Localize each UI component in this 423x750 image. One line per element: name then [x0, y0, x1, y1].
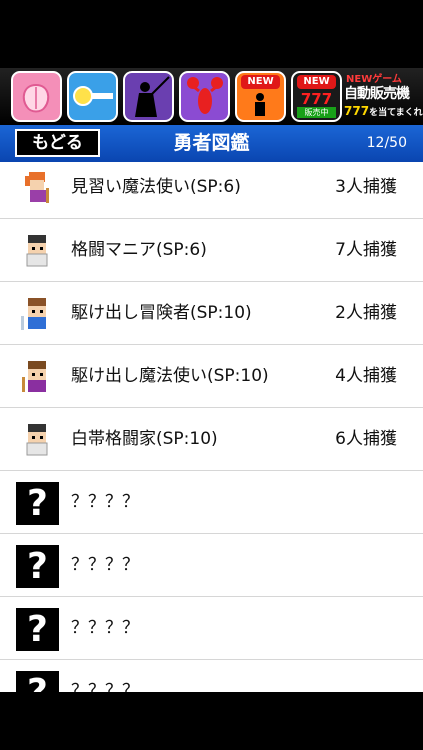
hero-name: ？？？？ [71, 618, 139, 638]
lobster-app-icon[interactable] [179, 71, 230, 122]
key-app-icon[interactable] [67, 71, 118, 122]
hero-name: 駆け出し魔法使い(SP:10) [71, 366, 269, 386]
capture-count: 3人捕獲 [335, 177, 397, 197]
new-badge: NEW [297, 75, 336, 89]
ad-banner[interactable]: NEW NEW 777 販売中 NEWゲーム 自動販売機 777を当てまくれ [0, 68, 423, 125]
list-item[interactable]: 駆け出し魔法使い(SP:10) 4人捕獲 [0, 345, 423, 408]
hero-name: ？？？？ [71, 555, 139, 575]
on-sale-tag: 販売中 [297, 107, 336, 118]
fighter-avatar-icon [26, 424, 48, 456]
samurai-app-icon[interactable] [123, 71, 174, 122]
adventurer-avatar-icon [21, 298, 46, 330]
capture-count: 2人捕獲 [335, 303, 397, 323]
vending-machine-promo[interactable]: NEWゲーム 自動販売機 777を当てまくれ [344, 70, 423, 123]
status-bar [0, 0, 423, 68]
mage-purple-avatar-icon [22, 361, 46, 392]
unknown-icon: ? [16, 482, 59, 525]
hero-name: 駆け出し冒険者(SP:10) [71, 303, 252, 323]
back-button[interactable]: もどる [15, 129, 100, 157]
list-item[interactable]: ? ？？？？ [0, 534, 423, 597]
hero-list[interactable]: 見習い魔法使い(SP:6) 3人捕獲 格闘マニア(SP:6) 7人捕獲 駆け出し… [0, 162, 423, 692]
list-item[interactable]: 駆け出し冒険者(SP:10) 2人捕獲 [0, 282, 423, 345]
capture-count: 6人捕獲 [335, 429, 397, 449]
hero-name: ？？？？ [71, 681, 139, 692]
hero-name: 白帯格闘家(SP:10) [71, 429, 218, 449]
capture-count: 4人捕獲 [335, 366, 397, 386]
list-item[interactable]: ? ？？？？ [0, 471, 423, 534]
list-item[interactable]: ? ？？？？ [0, 660, 423, 692]
capture-count: 7人捕獲 [335, 240, 397, 260]
list-item[interactable]: 見習い魔法使い(SP:6) 3人捕獲 [0, 162, 423, 219]
promo-title: 自動販売機 [344, 86, 410, 102]
promo-777: 777 [344, 104, 370, 118]
hero-name: 格闘マニア(SP:6) [71, 240, 207, 260]
list-item[interactable]: 格闘マニア(SP:6) 7人捕獲 [0, 219, 423, 282]
slot-digits: 777 [300, 90, 333, 108]
unknown-icon: ? [16, 608, 59, 651]
fighter-avatar-icon [26, 235, 48, 267]
nav-bar: もどる 勇者図鑑 12/50 [0, 125, 423, 162]
hero-name: ？？？？ [71, 492, 139, 512]
promo-tagline: 777を当てまくれ [344, 104, 423, 118]
unknown-icon: ? [16, 671, 59, 692]
hero-name: 見習い魔法使い(SP:6) [71, 177, 241, 197]
collection-count: 12/50 [366, 135, 407, 151]
peach-app-icon[interactable] [11, 71, 62, 122]
new-person-app-icon[interactable]: NEW [235, 71, 286, 122]
mage-orange-avatar-icon [25, 172, 49, 203]
bottom-bar [0, 692, 423, 750]
promo-tagline-suffix: を当てまくれ [369, 108, 423, 118]
new-slot-app-icon[interactable]: NEW 777 販売中 [291, 71, 342, 122]
unknown-icon: ? [16, 545, 59, 588]
list-item[interactable]: 白帯格闘家(SP:10) 6人捕獲 [0, 408, 423, 471]
list-item[interactable]: ? ？？？？ [0, 597, 423, 660]
